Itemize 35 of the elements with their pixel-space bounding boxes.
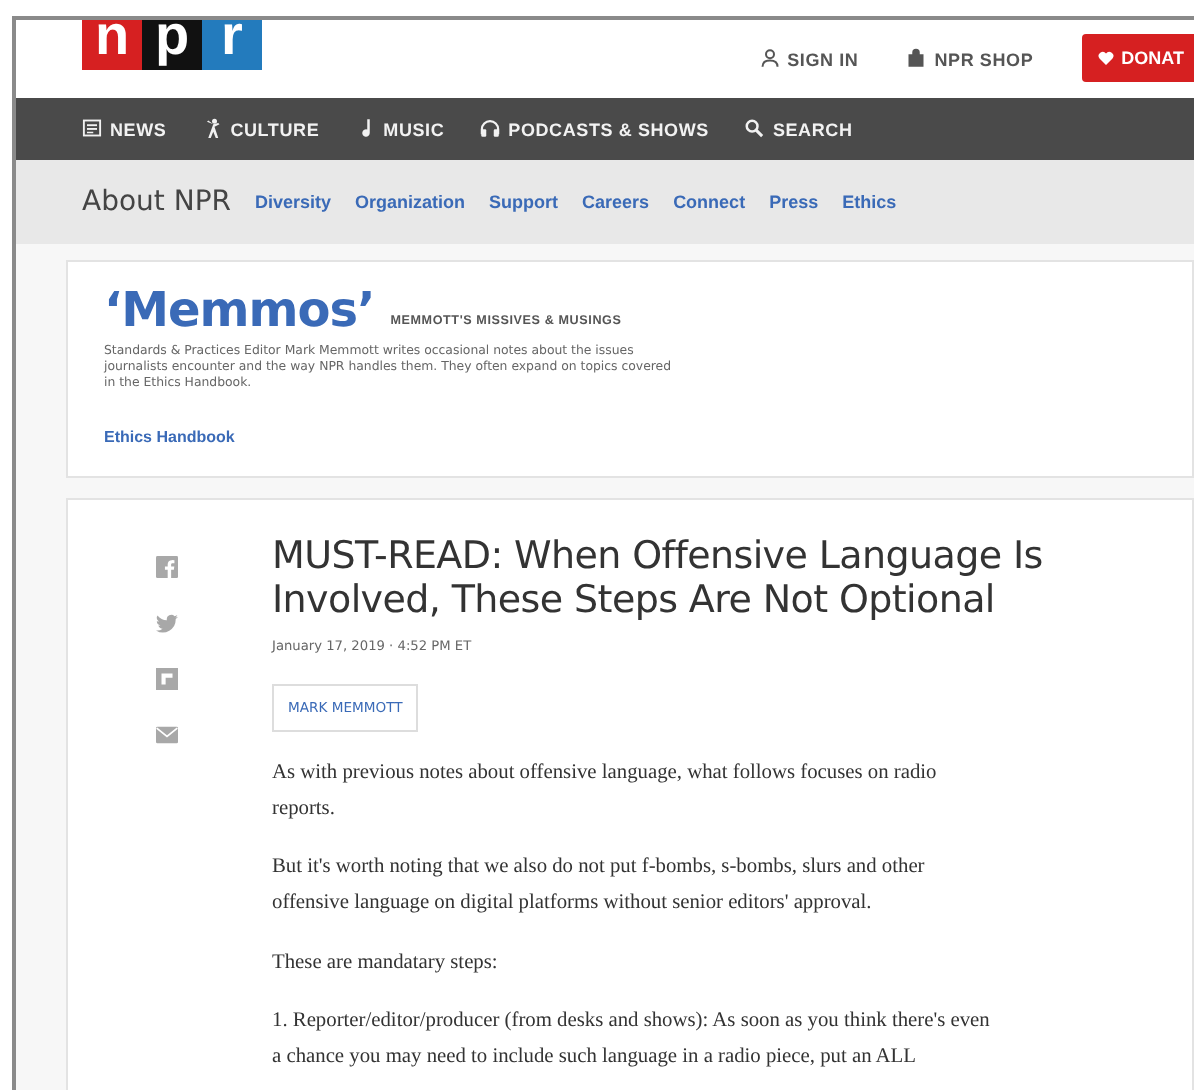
nav-link[interactable]: PODCASTS & SHOWS (480, 118, 709, 140)
section-link[interactable]: Press (769, 192, 819, 212)
section-title: About NPR (82, 183, 231, 221)
handbook-link[interactable]: Ethics Handbook (104, 428, 235, 447)
sign-in-link[interactable]: SIGN IN (759, 47, 859, 69)
logo[interactable]: n p r (82, 20, 262, 70)
figure-icon (202, 118, 223, 138)
section-link[interactable]: Connect (673, 192, 746, 212)
section-link[interactable]: Support (489, 192, 559, 212)
user-icon (759, 47, 780, 67)
blog-title: ‘Memmos’ (104, 286, 375, 334)
bird-share-icon[interactable] (156, 612, 178, 635)
section-link[interactable]: Careers (582, 192, 650, 212)
heart-icon (1097, 50, 1114, 66)
section-link[interactable]: Ethics (842, 192, 897, 212)
envelope-share-icon[interactable] (156, 724, 178, 747)
article-title: MUST-READ: When Offensive Language Is Involved, These Steps Are Not Optional (272, 536, 1045, 624)
nav-link[interactable]: SEARCH (744, 118, 853, 140)
article-paragraph: 1. Reporter/editor/producer (from desks and shows): As soon as you think there's even a chance you may need to include such language in a radio piece, put an ALL (272, 1008, 992, 1073)
flipboard-share-icon[interactable] (156, 668, 178, 691)
nav-link[interactable]: CULTURE (202, 118, 320, 140)
section-link[interactable]: Diversity (254, 192, 332, 212)
article-paragraph: But it's worth noting that we also do not put f-bombs, s-bombs, slurs and other offensive language on digital platforms without senior editors' approval. (272, 854, 927, 919)
nav-link[interactable]: MUSIC (355, 118, 445, 140)
article-paragraph: As with previous notes about offensive language, what follows focuses on radio reports. (272, 760, 939, 824)
facebook-share-icon[interactable] (156, 556, 178, 579)
bag-icon (906, 47, 927, 67)
newspaper-icon (82, 118, 102, 138)
donate-button[interactable]: DONAT (1081, 34, 1194, 82)
headphones-icon (480, 118, 501, 138)
nav-link[interactable]: NEWS (82, 118, 167, 140)
search-icon (744, 118, 765, 138)
shop-link[interactable]: NPR SHOP (906, 47, 1034, 69)
section-link[interactable]: Organization (355, 192, 466, 212)
article-paragraph: These are mandatary steps: (272, 949, 500, 978)
